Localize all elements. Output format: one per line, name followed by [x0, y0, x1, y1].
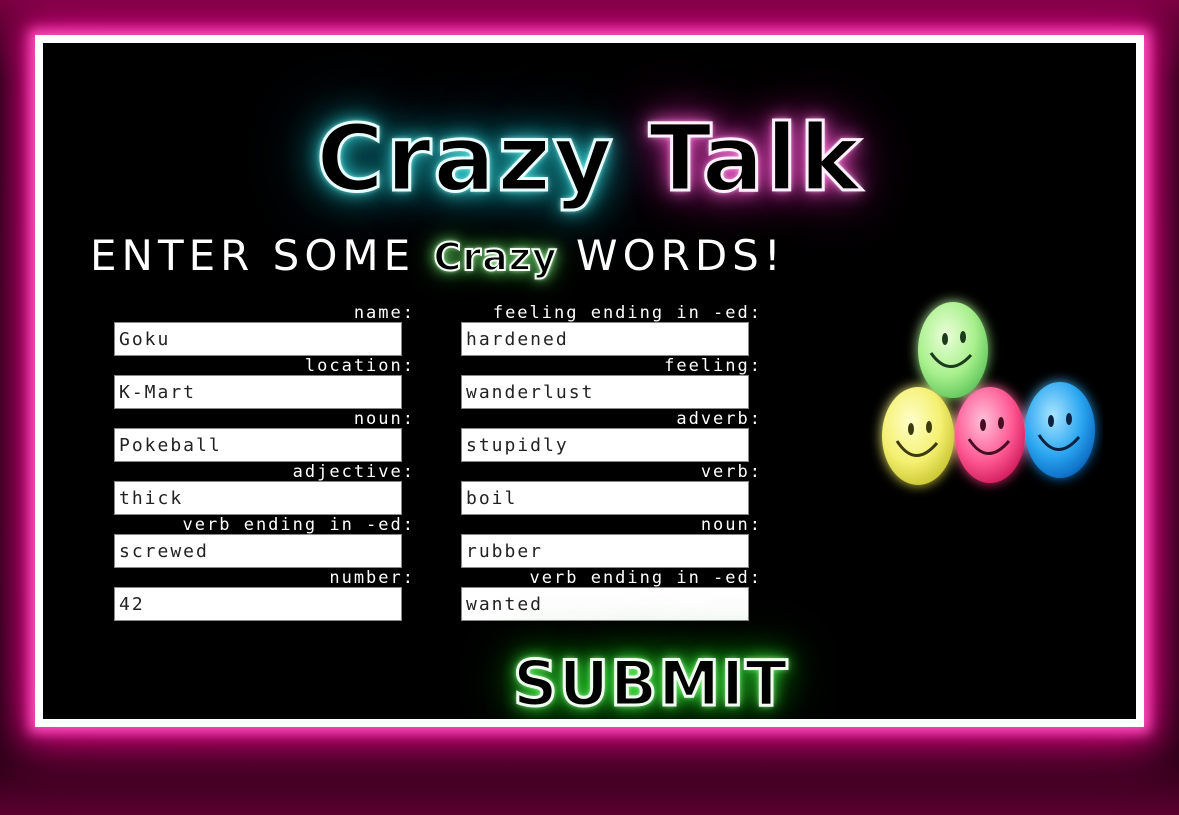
adjective-input[interactable]: [114, 481, 402, 515]
field-label: location:: [304, 356, 415, 376]
field-label: feeling:: [664, 356, 762, 376]
field-noun-2: noun:: [461, 517, 760, 568]
field-label: verb ending in -ed:: [529, 568, 762, 588]
title-word-crazy: Crazy: [315, 105, 615, 212]
pink-smiley: [955, 387, 1025, 483]
number-input[interactable]: [114, 587, 402, 621]
submit-button[interactable]: SUBMIT: [512, 647, 789, 719]
adverb-input[interactable]: [461, 428, 749, 462]
instructions-text-start: ENTER SOME: [90, 231, 434, 280]
page-title: Crazy Talk: [43, 111, 1136, 206]
field-label: feeling ending in -ed:: [492, 303, 762, 323]
field-verb: verb:: [461, 464, 760, 515]
field-noun: noun:: [114, 411, 413, 462]
feeling-input[interactable]: [461, 375, 749, 409]
field-label: name:: [353, 303, 415, 323]
field-label: noun:: [700, 515, 762, 535]
field-label: number:: [329, 568, 415, 588]
verb-input[interactable]: [461, 481, 749, 515]
noun-input[interactable]: [114, 428, 402, 462]
instructions-text-end: WORDS!: [557, 231, 786, 280]
field-feeling: feeling:: [461, 358, 760, 409]
glowing-smiley-balls-icon: [882, 302, 1095, 485]
main-panel: Crazy Talk ENTER SOME Crazy WORDS! name:…: [43, 43, 1136, 719]
noun-2-input[interactable]: [461, 534, 749, 568]
instructions-heading: ENTER SOME Crazy WORDS!: [90, 231, 786, 281]
feeling-ed-input[interactable]: [461, 322, 749, 356]
field-adverb: adverb:: [461, 411, 760, 462]
field-label: verb ending in -ed:: [182, 515, 415, 535]
field-adjective: adjective:: [114, 464, 413, 515]
green-smiley: [918, 302, 988, 398]
field-name: name:: [114, 305, 413, 356]
field-verb-ed: verb ending in -ed:: [114, 517, 413, 568]
field-location: location:: [114, 358, 413, 409]
verb-ed-input[interactable]: [114, 534, 402, 568]
field-label: adverb:: [676, 409, 762, 429]
title-word-talk: Talk: [647, 105, 863, 212]
verb-ed-2-input[interactable]: [461, 587, 749, 621]
name-input[interactable]: [114, 322, 402, 356]
yellow-smiley: [882, 387, 954, 485]
field-number: number:: [114, 570, 413, 621]
field-feeling-ed: feeling ending in -ed:: [461, 305, 760, 356]
field-verb-ed-2: verb ending in -ed:: [461, 570, 760, 621]
field-label: adjective:: [292, 462, 415, 482]
instructions-crazy-word: Crazy: [433, 234, 558, 280]
field-label: noun:: [353, 409, 415, 429]
blue-smiley: [1025, 382, 1095, 478]
location-input[interactable]: [114, 375, 402, 409]
field-label: verb:: [700, 462, 762, 482]
